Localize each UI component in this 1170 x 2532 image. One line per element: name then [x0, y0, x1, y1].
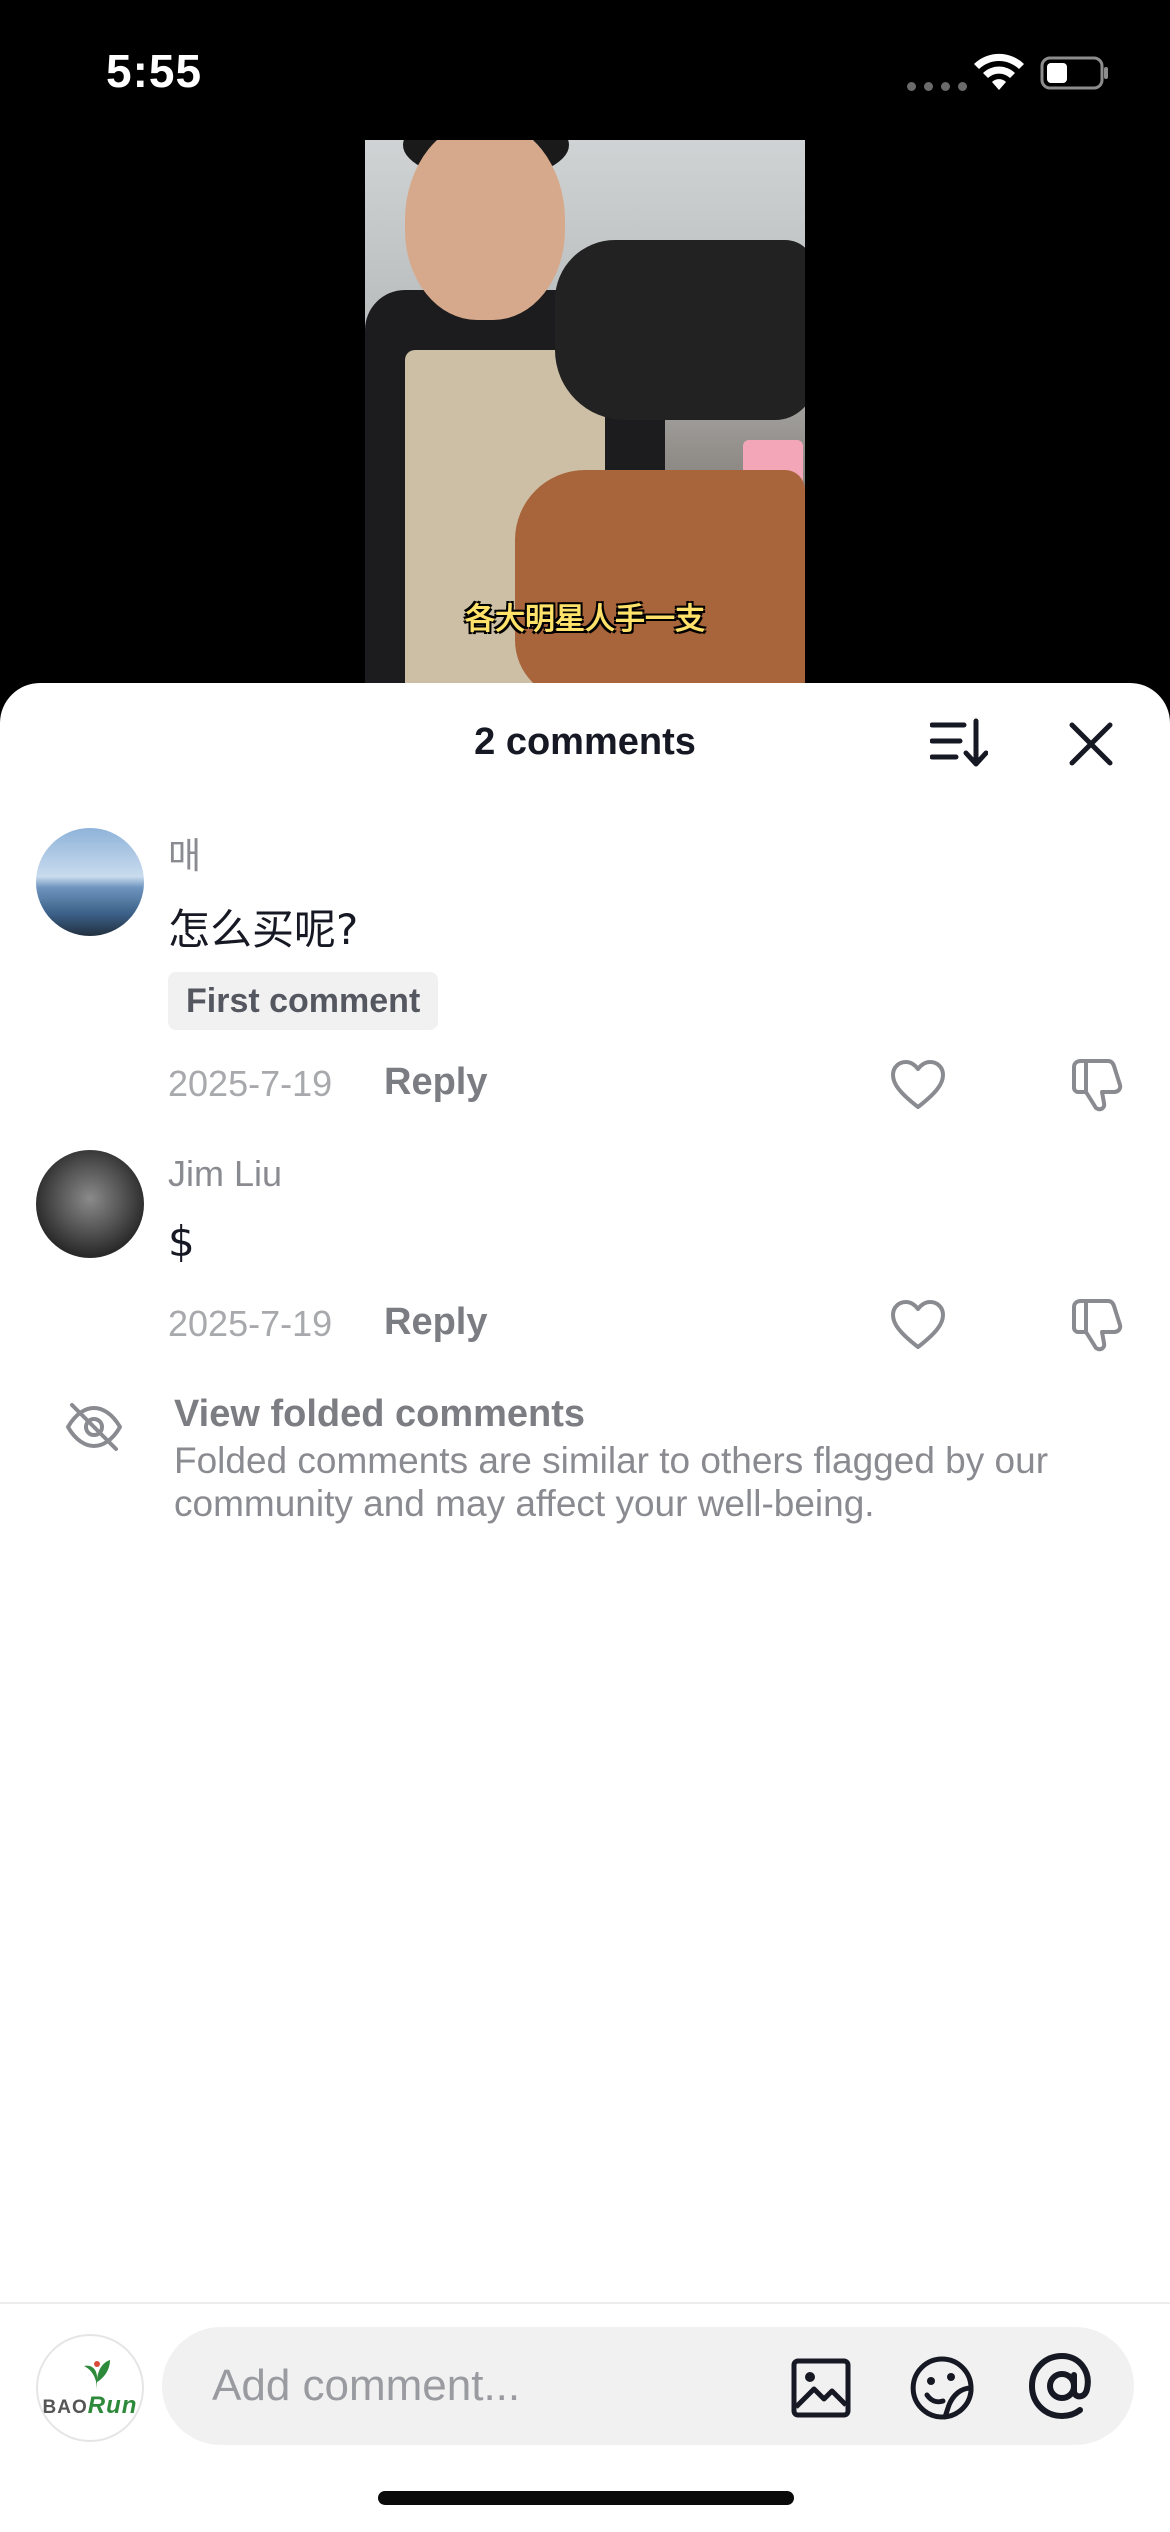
wifi-icon [974, 53, 1024, 90]
leaf-logo-icon [84, 2360, 110, 2390]
brown-handbag [515, 470, 805, 685]
folded-comments-description: Folded comments are similar to others fl… [174, 1440, 1049, 1524]
eye-off-icon [66, 1403, 122, 1451]
comment-username[interactable]: Jim Liu [168, 1153, 282, 1195]
my-avatar[interactable]: BAORun [36, 2334, 144, 2442]
comment-username[interactable]: 매 [168, 827, 201, 879]
reply-button[interactable]: Reply [384, 1301, 487, 1344]
comment-text: 怎么买呢? [168, 905, 359, 954]
status-time: 5:55 [106, 45, 203, 97]
close-icon[interactable] [1068, 721, 1114, 767]
first-comment-badge: First comment [168, 972, 439, 1030]
black-handbag [555, 240, 805, 420]
comment-text: $ [168, 1217, 195, 1266]
heart-icon[interactable] [890, 1059, 946, 1111]
thumbs-down-icon[interactable] [1070, 1057, 1126, 1113]
avatar-logo-text: BAORun [42, 2392, 138, 2419]
comment-date: 2025-7-19 [168, 1063, 333, 1104]
comment-date: 2025-7-19 [168, 1303, 333, 1344]
status-bar: 5:55 [0, 0, 1170, 140]
avatar[interactable] [36, 1150, 144, 1258]
battery-icon [1040, 56, 1108, 90]
video-caption: 各大明星人手一支 [465, 602, 705, 637]
comments-sheet: 2 comments 매 怎么买呢? First comment 2025-7-… [0, 683, 1170, 2532]
thumbs-down-icon[interactable] [1070, 1297, 1126, 1353]
home-indicator[interactable] [378, 2491, 794, 2505]
avatar[interactable] [36, 828, 144, 936]
reply-button[interactable]: Reply [384, 1061, 487, 1104]
mention-at-icon[interactable] [1027, 2351, 1097, 2421]
heart-icon[interactable] [890, 1299, 946, 1351]
image-icon[interactable] [790, 2357, 852, 2419]
emoji-sticker-icon[interactable] [909, 2355, 975, 2421]
composer-divider [0, 2302, 1170, 2304]
sort-icon[interactable] [930, 717, 988, 769]
view-folded-comments-link[interactable]: View folded comments [174, 1393, 585, 1436]
add-comment-input[interactable] [212, 2327, 772, 2445]
video-preview[interactable]: 各大明星人手一支 [365, 140, 805, 685]
comment-input-bar [162, 2327, 1134, 2445]
comments-count-title: 2 comments [474, 721, 696, 763]
cellular-signal-icon [907, 82, 967, 91]
